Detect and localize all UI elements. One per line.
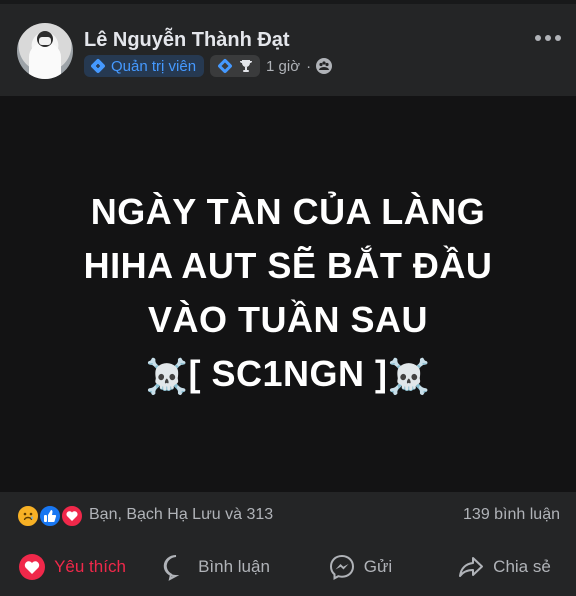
share-button-label: Chia sẻ	[493, 557, 551, 576]
reaction-summary[interactable]: Bạn, Bạch Hạ Lưu và 313	[89, 506, 273, 524]
reactions-bar: Bạn, Bạch Hạ Lưu và 313 139 bình luận	[0, 492, 576, 538]
post-text-line: HIHA AUT SẼ BẮT ĐẦU	[83, 244, 493, 286]
post-text: NGÀY TÀN CỦA LÀNG HIHA AUT SẼ BẮT ĐẦU VÀ…	[28, 185, 548, 404]
action-bar: Yêu thích Bình luận Gửi Chia sẻ	[0, 538, 576, 596]
reaction-icons[interactable]	[16, 504, 88, 528]
admin-badge-label: Quản trị viên	[111, 57, 197, 75]
comment-button[interactable]: Bình luận	[144, 538, 288, 596]
avatar-body	[29, 43, 61, 79]
comment-count[interactable]: 139 bình luận	[463, 506, 560, 524]
like-button-label: Yêu thích	[54, 557, 126, 576]
skull-emoji: ☠️	[387, 356, 431, 397]
extra-badges[interactable]	[210, 55, 261, 77]
messenger-icon	[329, 554, 354, 580]
post-text-line: VÀO TUẦN SAU	[147, 298, 428, 340]
admin-diamond-icon	[91, 59, 105, 73]
more-dot-icon	[545, 35, 551, 41]
post-emoji-line: ☠️[ SC1NGN ]☠️	[28, 347, 548, 404]
author-name[interactable]: Lê Nguyễn Thành Đạt	[84, 29, 290, 52]
post-text-line: NGÀY TÀN CỦA LÀNG	[90, 190, 486, 232]
like-reaction-icon	[38, 504, 62, 528]
post-meta: Quản trị viên 1 giờ ·	[84, 54, 333, 78]
sad-reaction-icon	[16, 504, 40, 528]
more-options-button[interactable]	[528, 26, 568, 50]
meta-separator: ·	[306, 57, 312, 75]
share-button[interactable]: Chia sẻ	[432, 538, 576, 596]
send-button-label: Gửi	[363, 557, 393, 576]
diamond-icon	[218, 59, 232, 73]
privacy-group-icon	[316, 58, 333, 74]
trophy-icon	[240, 60, 253, 72]
post-content[interactable]: NGÀY TÀN CỦA LÀNG HIHA AUT SẼ BẮT ĐẦU VÀ…	[0, 96, 576, 492]
avatar-mask	[39, 37, 51, 45]
comment-button-label: Bình luận	[198, 557, 270, 576]
love-reaction-icon	[60, 504, 84, 528]
share-icon	[459, 557, 484, 577]
skull-emoji: ☠️	[145, 356, 189, 397]
post-header: Lê Nguyễn Thành Đạt Quản trị viên 1 giờ …	[0, 4, 576, 96]
more-dot-icon	[535, 35, 541, 41]
admin-badge[interactable]: Quản trị viên	[84, 55, 205, 77]
like-button[interactable]: Yêu thích	[0, 538, 144, 596]
love-icon	[19, 554, 46, 580]
more-dot-icon	[555, 35, 561, 41]
post-tag-text: [ SC1NGN ]	[188, 352, 388, 394]
send-button[interactable]: Gửi	[288, 538, 432, 596]
comment-icon	[163, 554, 180, 581]
avatar[interactable]	[17, 23, 73, 79]
post-time[interactable]: 1 giờ	[266, 58, 300, 75]
